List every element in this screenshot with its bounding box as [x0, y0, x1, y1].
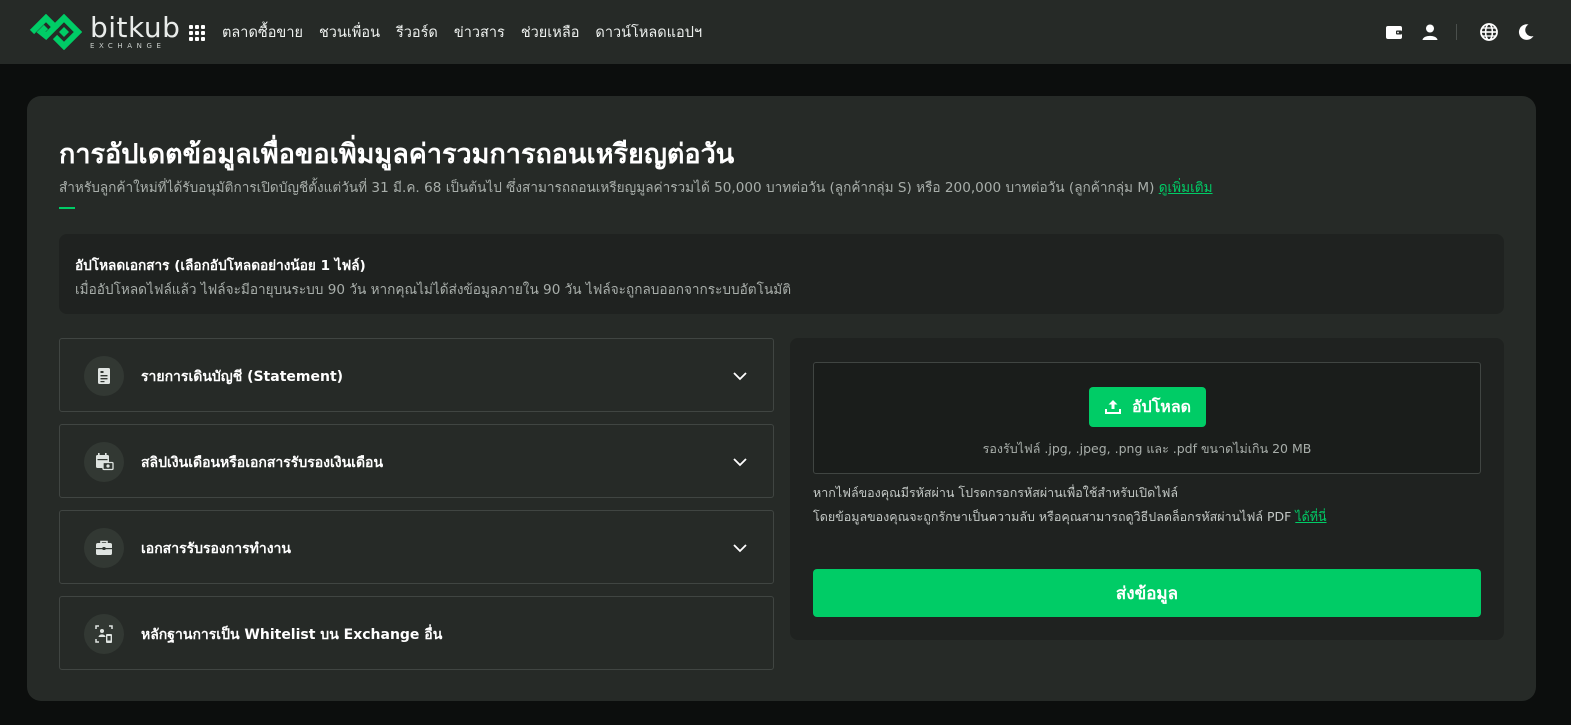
upload-notice: อัปโหลดเอกสาร (เลือกอัปโหลดอย่างน้อย 1 ไ…	[59, 234, 1504, 314]
nav-item-rewards[interactable]: รีวอร์ด	[396, 21, 438, 44]
globe-icon[interactable]	[1479, 22, 1499, 42]
briefcase-icon	[96, 540, 112, 555]
chevron-down-icon[interactable]	[732, 368, 748, 384]
doc-icon-bg	[84, 356, 124, 396]
nav-divider	[1456, 24, 1457, 40]
nav-item-market[interactable]: ตลาดซื้อขาย	[222, 21, 303, 44]
doc-item-payslip[interactable]: สลิปเงินเดือนหรือเอกสารรับรองเงินเดือน	[59, 424, 774, 498]
doc-label-whitelist-proof: หลักฐานการเป็น Whitelist บน Exchange อื่…	[141, 627, 443, 643]
subtitle-text: สำหรับลูกค้าใหม่ที่ได้รับอนุมัติการเปิดบ…	[59, 180, 1155, 196]
password-note-text: โดยข้อมูลของคุณจะถูกรักษาเป็นความลับ หรื…	[813, 509, 1292, 524]
password-note-line2: โดยข้อมูลของคุณจะถูกรักษาเป็นความลับ หรื…	[813, 507, 1327, 527]
password-note-line1: หากไฟล์ของคุณมีรหัสผ่าน โปรดกรอกรหัสผ่าน…	[813, 485, 1178, 500]
chevron-down-icon[interactable]	[732, 454, 748, 470]
doc-icon-bg	[84, 528, 124, 568]
top-navigation-bar: bitkub EXCHANGE ตลาดซื้อขาย ชวนเพื่อน รี…	[0, 0, 1571, 64]
doc-label-employment-cert: เอกสารรับรองการทำงาน	[141, 541, 291, 557]
apps-grid-icon[interactable]	[189, 25, 205, 41]
doc-item-statement[interactable]: รายการเดินบัญชี (Statement)	[59, 338, 774, 412]
upload-panel: อัปโหลด รองรับไฟล์ .jpg, .jpeg, .png และ…	[790, 338, 1504, 640]
payslip-icon	[96, 453, 114, 471]
notice-title: อัปโหลดเอกสาร (เลือกอัปโหลดอย่างน้อย 1 ไ…	[75, 258, 366, 274]
statement-icon	[98, 368, 110, 384]
nav-item-help[interactable]: ช่วยเหลือ	[521, 21, 580, 44]
submit-button[interactable]: ส่งข้อมูล	[813, 569, 1481, 617]
doc-label-statement: รายการเดินบัญชี (Statement)	[141, 369, 344, 385]
wallet-icon[interactable]	[1384, 22, 1404, 42]
page-title: การอัปเดตข้อมูลเพื่อขอเพิ่มมูลค่ารวมการถ…	[59, 139, 735, 170]
see-more-link[interactable]: ดูเพิ่มเติม	[1159, 180, 1213, 196]
nav-item-download-app[interactable]: ดาวน์โหลดแอปฯ	[595, 21, 702, 44]
moon-icon[interactable]	[1516, 22, 1536, 42]
notice-text: เมื่ออัปโหลดไฟล์แล้ว ไฟล์จะมีอายุบนระบบ …	[75, 282, 792, 298]
here-link[interactable]: ได้ที่นี่	[1295, 509, 1326, 524]
user-icon[interactable]	[1420, 22, 1440, 42]
file-dropzone[interactable]: อัปโหลด รองรับไฟล์ .jpg, .jpeg, .png และ…	[813, 362, 1481, 474]
main-card: การอัปเดตข้อมูลเพื่อขอเพิ่มมูลค่ารวมการถ…	[27, 96, 1536, 701]
brand-name: bitkub	[90, 11, 181, 44]
bitkub-logo-mark-icon	[29, 14, 82, 50]
doc-icon-bg	[84, 614, 124, 654]
bitkub-logo[interactable]: bitkub EXCHANGE	[28, 14, 180, 50]
upload-button-label: อัปโหลด	[1131, 398, 1192, 416]
title-accent-line	[59, 207, 75, 209]
nav-item-invite-friends[interactable]: ชวนเพื่อน	[319, 21, 380, 44]
whitelist-icon	[95, 625, 113, 643]
doc-label-payslip: สลิปเงินเดือนหรือเอกสารรับรองเงินเดือน	[141, 455, 384, 471]
brand-sub: EXCHANGE	[90, 42, 166, 50]
main-nav: ตลาดซื้อขาย ชวนเพื่อน รีวอร์ด ข่าวสาร ช่…	[222, 0, 718, 64]
nav-item-news[interactable]: ข่าวสาร	[454, 21, 505, 44]
upload-icon	[1104, 400, 1121, 414]
upload-button[interactable]: อัปโหลด	[1089, 387, 1206, 427]
page-subtitle: สำหรับลูกค้าใหม่ที่ได้รับอนุมัติการเปิดบ…	[59, 176, 1213, 198]
doc-item-whitelist-proof[interactable]: หลักฐานการเป็น Whitelist บน Exchange อื่…	[59, 596, 774, 670]
doc-item-employment-cert[interactable]: เอกสารรับรองการทำงาน	[59, 510, 774, 584]
upload-file-hint: รองรับไฟล์ .jpg, .jpeg, .png และ .pdf ขน…	[982, 441, 1312, 456]
chevron-down-icon[interactable]	[732, 540, 748, 556]
doc-icon-bg	[84, 442, 124, 482]
